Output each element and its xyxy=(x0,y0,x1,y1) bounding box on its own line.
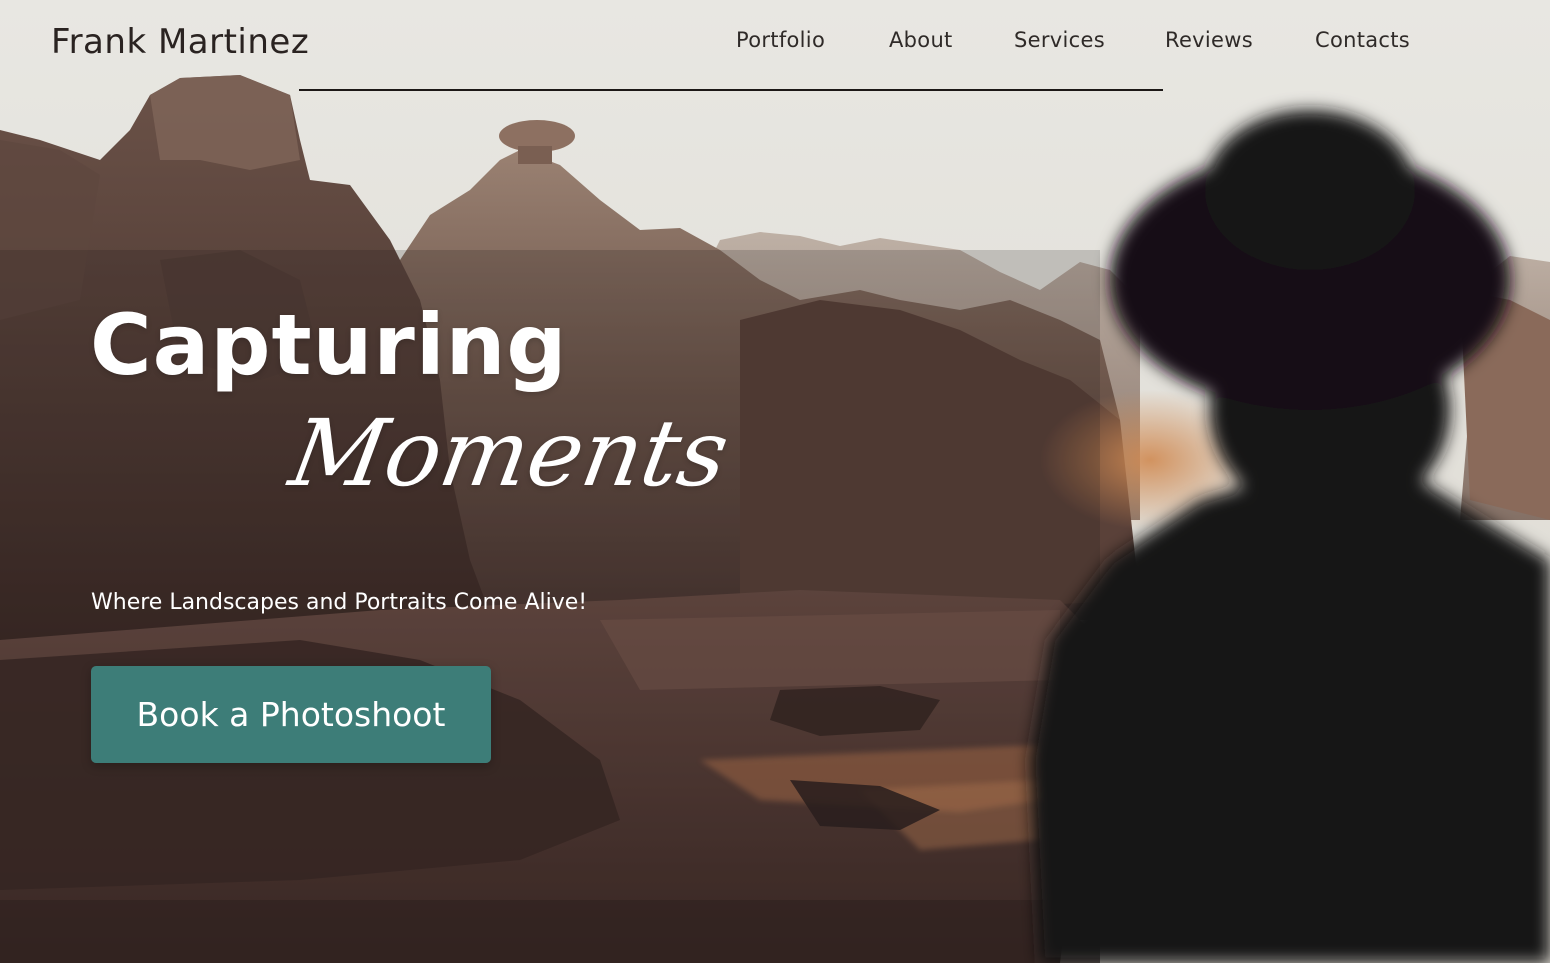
site-header: Frank Martinez Portfolio About Services … xyxy=(0,0,1550,92)
hero-title: Capturing xyxy=(90,296,568,394)
nav-divider xyxy=(299,89,1163,91)
nav-link-services[interactable]: Services xyxy=(1014,28,1105,52)
nav-link-contacts[interactable]: Contacts xyxy=(1315,28,1410,52)
hero-script-title: Moments xyxy=(282,400,737,507)
landing-page: Frank Martinez Portfolio About Services … xyxy=(0,0,1550,963)
nav-link-portfolio[interactable]: Portfolio xyxy=(736,28,825,52)
book-photoshoot-button[interactable]: Book a Photoshoot xyxy=(91,666,491,763)
hero-subtitle: Where Landscapes and Portraits Come Aliv… xyxy=(91,590,588,615)
hero-background-image xyxy=(0,0,1550,963)
nav-link-reviews[interactable]: Reviews xyxy=(1165,28,1253,52)
brand-name[interactable]: Frank Martinez xyxy=(51,22,309,62)
nav-link-about[interactable]: About xyxy=(889,28,953,52)
